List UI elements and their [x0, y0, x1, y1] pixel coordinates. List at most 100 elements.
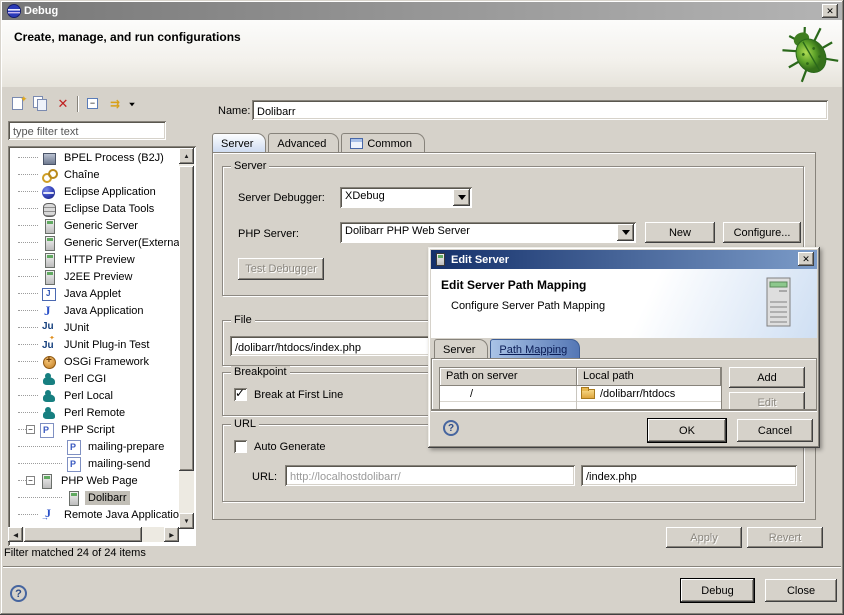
- php-server-label: PHP Server:: [238, 228, 299, 240]
- tree-connector: [18, 293, 38, 294]
- java-icon: [41, 303, 57, 319]
- filter-input[interactable]: [8, 121, 166, 140]
- tree-item-label: J2EE Preview: [61, 270, 135, 284]
- tree-item-label: Eclipse Application: [61, 185, 159, 199]
- help-icon[interactable]: ?: [10, 585, 27, 602]
- tab-server[interactable]: Server: [212, 133, 266, 153]
- cancel-button[interactable]: Cancel: [737, 419, 813, 442]
- tree-item-generic-server[interactable]: Generic Server: [10, 217, 180, 234]
- mapping-row[interactable]: //dolibarr/htdocs: [440, 386, 721, 402]
- tab-common[interactable]: Common: [341, 133, 425, 153]
- tab-server[interactable]: Server: [434, 339, 488, 359]
- auto-generate-checkbox[interactable]: [234, 440, 247, 453]
- tree-item-remote-java-application[interactable]: Remote Java Application: [10, 506, 180, 523]
- tree-item-php-web-page[interactable]: −PHP Web Page: [10, 472, 180, 489]
- tab-advanced[interactable]: Advanced: [268, 133, 339, 153]
- window-close-button[interactable]: ✕: [822, 4, 838, 18]
- tree-item-junit-plug-in-test[interactable]: JUnit Plug-in Test: [10, 336, 180, 353]
- tree-item-mailing-send[interactable]: mailing-send: [10, 455, 180, 472]
- tree-item-perl-local[interactable]: Perl Local: [10, 387, 180, 404]
- column-header-local-path[interactable]: Local path: [577, 368, 721, 386]
- duplicate-configuration-icon[interactable]: [30, 94, 52, 114]
- hscroll-thumb[interactable]: [24, 527, 142, 542]
- break-first-line-label: Break at First Line: [254, 389, 343, 401]
- tree-connector: [18, 191, 38, 192]
- filter-configurations-icon[interactable]: ⇉: [104, 94, 126, 114]
- tree-item-cha-ne[interactable]: Chaîne: [10, 166, 180, 183]
- tab-label: Common: [367, 138, 412, 150]
- tree-item-perl-remote[interactable]: Perl Remote: [10, 404, 180, 421]
- tree-connector: [18, 514, 38, 515]
- bug-icon: [780, 23, 840, 85]
- tree-item-php-script[interactable]: − PHP Script: [10, 421, 180, 438]
- toolbar-menu-arrow-icon[interactable]: [126, 94, 138, 114]
- tree-item-bpel-process-b2j[interactable]: BPEL Process (B2J): [10, 149, 180, 166]
- tree-item-java-applet[interactable]: Java Applet: [10, 285, 180, 302]
- tree-item-dolibarr[interactable]: Dolibarr: [10, 489, 180, 506]
- scroll-up-icon[interactable]: ▲: [179, 148, 194, 164]
- tree-item-eclipse-data-tools[interactable]: Eclipse Data Tools: [10, 200, 180, 217]
- tree-hscrollbar[interactable]: ◀ ▶: [8, 527, 179, 542]
- tree-connector: [18, 412, 38, 413]
- collapse-toggle-icon[interactable]: −: [26, 425, 35, 434]
- url-group-title: URL: [231, 418, 259, 430]
- new-server-button[interactable]: New: [645, 222, 715, 243]
- tab-label: Server: [443, 344, 475, 356]
- tree-item-java-application[interactable]: Java Application: [10, 302, 180, 319]
- tree-item-mailing-prepare[interactable]: mailing-prepare: [10, 438, 180, 455]
- tree-item-junit[interactable]: JUnit: [10, 319, 180, 336]
- combo-arrow-icon[interactable]: [617, 224, 634, 241]
- vscroll-thumb[interactable]: [179, 166, 194, 471]
- tab-path-mapping[interactable]: Path Mapping: [490, 339, 580, 359]
- server-debugger-combo[interactable]: XDebug: [340, 187, 472, 208]
- tree-vscrollbar[interactable]: ▲ ▼: [179, 148, 194, 529]
- collapse-toggle-icon[interactable]: −: [26, 476, 35, 485]
- php-server-combo[interactable]: Dolibarr PHP Web Server: [340, 222, 636, 243]
- sidebar: ✦ ✕ − ⇉ BPEL Process (B2J)Chaîne: [0, 88, 204, 562]
- name-input[interactable]: [252, 100, 828, 120]
- tree-item-label: JUnit: [61, 321, 92, 335]
- sidebar-toolbar: ✦ ✕ − ⇉: [8, 94, 138, 114]
- scroll-left-icon[interactable]: ◀: [8, 527, 23, 542]
- tree-connector: [18, 378, 38, 379]
- server-group-title: Server: [231, 160, 269, 172]
- tree-item-label: Perl CGI: [61, 372, 109, 386]
- add-mapping-button[interactable]: Add: [729, 367, 805, 388]
- configure-button[interactable]: Configure...: [723, 222, 801, 243]
- edit-server-close-button[interactable]: ✕: [798, 252, 814, 266]
- tree-connector: [18, 429, 26, 430]
- url-file-input[interactable]: [581, 465, 797, 486]
- tree-item-perl-cgi[interactable]: Perl CGI: [10, 370, 180, 387]
- php-icon: [38, 422, 54, 438]
- bpel-icon: [41, 150, 57, 166]
- scroll-right-icon[interactable]: ▶: [164, 527, 179, 542]
- scroll-down-icon[interactable]: ▼: [179, 513, 194, 529]
- debug-button[interactable]: Debug: [681, 579, 754, 602]
- tree-item-http-preview[interactable]: HTTP Preview: [10, 251, 180, 268]
- delete-configuration-icon[interactable]: ✕: [52, 94, 74, 114]
- path-on-server-cell: /: [440, 388, 577, 400]
- tree-item-eclipse-application[interactable]: Eclipse Application: [10, 183, 180, 200]
- tree-item-label: Eclipse Data Tools: [61, 202, 157, 216]
- tree-item-j2ee-preview[interactable]: J2EE Preview: [10, 268, 180, 285]
- tree-item-label: Generic Server(External La: [61, 236, 180, 250]
- ok-button[interactable]: OK: [648, 419, 726, 442]
- new-configuration-icon[interactable]: ✦: [8, 94, 30, 114]
- combo-arrow-icon[interactable]: [453, 189, 470, 206]
- break-first-line-checkbox[interactable]: [234, 388, 247, 401]
- chain-icon: [41, 167, 57, 183]
- tree-item-label: OSGi Framework: [61, 355, 152, 369]
- tree-item-label: PHP Script: [58, 423, 118, 437]
- collapse-all-icon[interactable]: −: [82, 94, 104, 114]
- tree-item-osgi-framework[interactable]: OSGi Framework: [10, 353, 180, 370]
- debug-dialog-window: Debug ✕ Create, manage, and run configur…: [0, 0, 844, 615]
- database-icon: [41, 201, 57, 217]
- perl-icon: [41, 371, 57, 387]
- close-button[interactable]: Close: [765, 579, 837, 602]
- column-header-path-on-server[interactable]: Path on server: [440, 368, 577, 386]
- dialog-help-icon[interactable]: ?: [443, 420, 459, 436]
- tree-item-generic-server-external-la[interactable]: Generic Server(External La: [10, 234, 180, 251]
- osgi-icon: [41, 354, 57, 370]
- tree-item-label: Dolibarr: [85, 491, 130, 505]
- path-mapping-table: Path on serverLocal path //dolibarr/htdo…: [439, 367, 722, 410]
